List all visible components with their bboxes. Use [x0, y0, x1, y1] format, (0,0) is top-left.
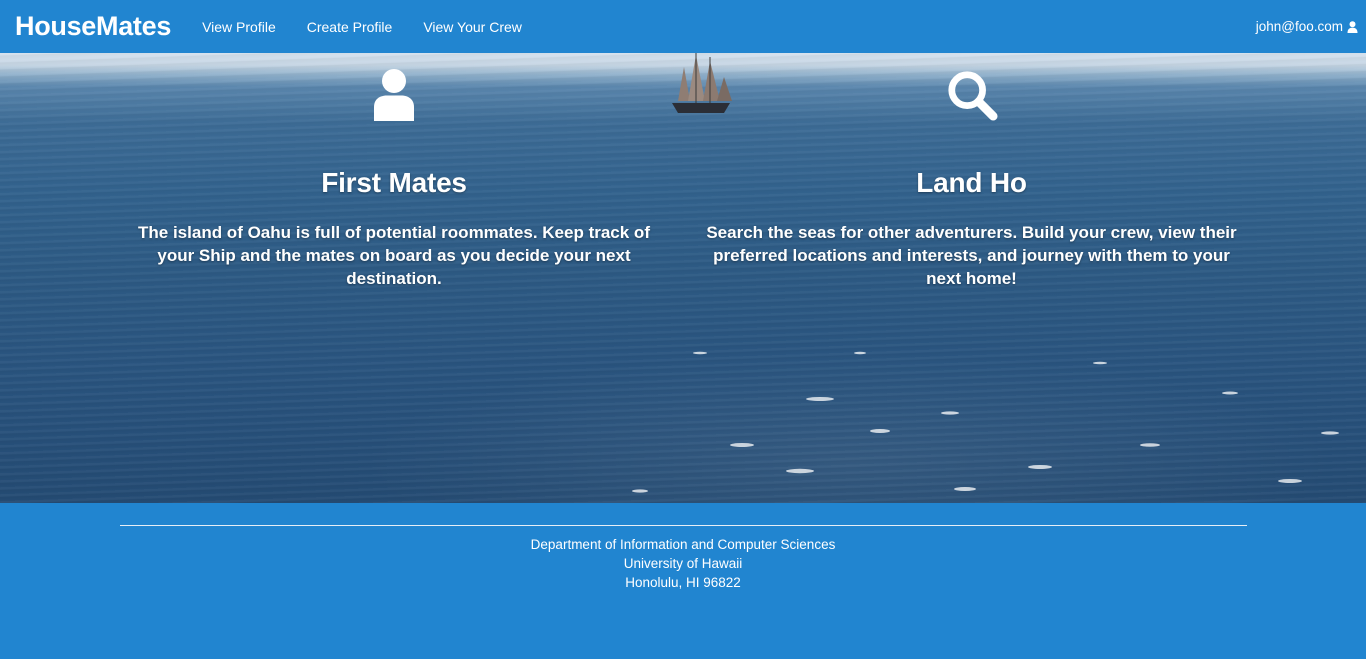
footer-address: Department of Information and Computer S… [0, 535, 1366, 592]
footer-university: University of Hawaii [623, 556, 743, 571]
feature-first-mates: First Mates The island of Oahu is full o… [118, 53, 670, 290]
feature-title: Land Ho [916, 167, 1027, 198]
brand-logo[interactable]: HouseMates [15, 11, 171, 42]
feature-description: The island of Oahu is full of potential … [138, 223, 650, 288]
feature-land-ho: Land Ho Search the seas for other advent… [700, 53, 1243, 290]
user-email: john@foo.com [1255, 19, 1343, 34]
footer: Department of Information and Computer S… [0, 503, 1366, 659]
hero-section: First Mates The island of Oahu is full o… [0, 53, 1366, 503]
feature-description: Search the seas for other adventurers. B… [706, 223, 1237, 288]
nav-view-profile[interactable]: View Profile [202, 19, 276, 35]
footer-divider [120, 525, 1247, 526]
search-icon [700, 69, 1243, 133]
user-icon [1347, 20, 1358, 33]
nav-create-profile[interactable]: Create Profile [307, 19, 393, 35]
navbar: HouseMates View Profile Create Profile V… [0, 0, 1366, 53]
user-icon [118, 69, 670, 133]
footer-city: Honolulu, HI 96822 [625, 575, 741, 590]
feature-title: First Mates [321, 167, 467, 198]
footer-department: Department of Information and Computer S… [530, 537, 836, 552]
nav-view-your-crew[interactable]: View Your Crew [423, 19, 522, 35]
user-menu[interactable]: john@foo.com [1256, 19, 1358, 34]
